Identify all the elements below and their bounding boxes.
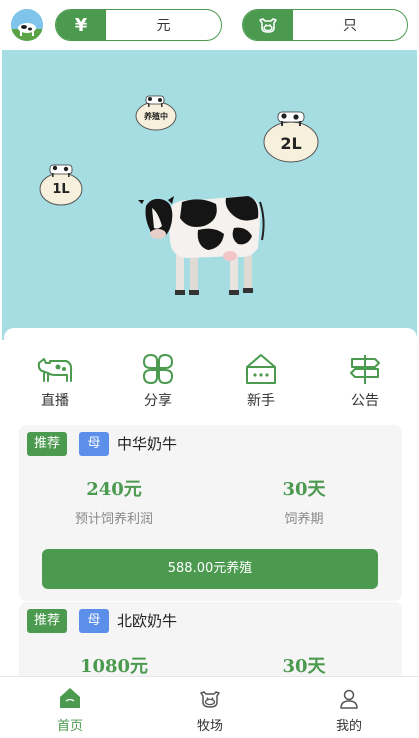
period-value: 30天	[282, 479, 326, 500]
farm-scene: 养殖中 2L 1L	[2, 50, 417, 340]
tab-label: 我的	[335, 719, 362, 734]
balance-pill[interactable]: ¥ 元	[55, 9, 222, 41]
quick-link-share[interactable]: 分享	[118, 352, 198, 410]
signpost-icon	[325, 352, 405, 386]
tab-mine[interactable]: 我的	[279, 677, 419, 738]
cow-face-icon	[140, 677, 280, 709]
user-icon	[279, 677, 419, 709]
cow-illustration[interactable]	[138, 190, 268, 302]
recommend-badge: 推荐	[27, 432, 68, 456]
quick-link-notice[interactable]: 公告	[325, 352, 405, 410]
tab-label: 首页	[56, 719, 83, 734]
yuan-icon: ¥	[56, 10, 106, 40]
milk-bubble[interactable]: 1L	[38, 162, 84, 206]
balance-unit: 元	[156, 18, 171, 34]
status-bubble[interactable]: 养殖中	[134, 92, 178, 132]
milk-bubble[interactable]: 2L	[262, 108, 320, 164]
top-bar: ¥ 元 只	[0, 0, 419, 50]
cow-count-unit: 只	[343, 18, 357, 34]
quick-link-live[interactable]: 直播	[15, 352, 95, 410]
cow-icon	[15, 352, 95, 386]
cow-face-icon	[243, 10, 293, 40]
recommend-badge: 推荐	[27, 609, 68, 633]
period-label: 饲养期	[284, 512, 324, 527]
bubble-label: 1L	[52, 182, 70, 197]
bubble-label: 2L	[280, 134, 302, 153]
period-value: 30天	[282, 656, 326, 677]
product-card[interactable]: 推荐 母 中华奶牛 240元 30天 预计饲养利润 饲养期 588.00元养殖	[19, 425, 402, 601]
quick-link-label: 直播	[41, 393, 69, 409]
house-icon	[221, 352, 301, 386]
product-name: 北欧奶牛	[117, 612, 178, 630]
bottom-tab-bar: 首页 牧场 我的	[0, 676, 419, 738]
quick-link-label: 分享	[144, 393, 172, 409]
quick-link-label: 公告	[351, 393, 379, 409]
avatar[interactable]	[11, 9, 43, 41]
quick-link-label: 新手	[247, 393, 275, 409]
quick-link-beginner[interactable]: 新手	[221, 352, 301, 410]
raise-button[interactable]: 588.00元养殖	[42, 549, 378, 589]
home-icon	[0, 677, 140, 709]
clover-icon	[118, 352, 198, 386]
tab-home[interactable]: 首页	[0, 677, 140, 738]
product-name: 中华奶牛	[117, 435, 178, 453]
profit-value: 1080元	[79, 656, 149, 677]
profit-label: 预计饲养利润	[74, 512, 153, 527]
farm-avatar-image	[11, 9, 43, 41]
tab-label: 牧场	[196, 719, 223, 734]
tab-ranch[interactable]: 牧场	[140, 677, 280, 738]
profit-value: 240元	[86, 479, 142, 500]
sex-badge: 母	[79, 609, 109, 633]
cow-count-pill[interactable]: 只	[242, 9, 408, 41]
sex-badge: 母	[79, 432, 109, 456]
bubble-label: 养殖中	[144, 112, 168, 121]
